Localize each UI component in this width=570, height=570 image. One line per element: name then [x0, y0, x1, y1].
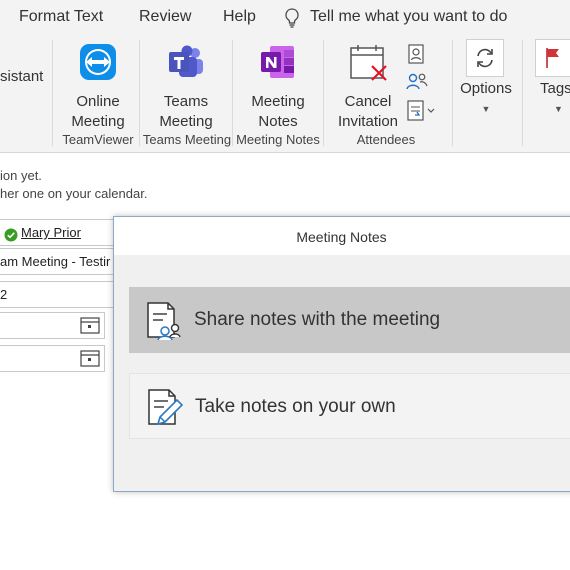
check-names-icon[interactable] — [406, 72, 428, 97]
cancel-invitation-button[interactable]: Cancel Invitation — [330, 36, 406, 132]
ribbon-separator — [452, 40, 453, 146]
dialog-title: Meeting Notes — [114, 217, 570, 255]
group-label-teamviewer: TeamViewer — [62, 132, 134, 147]
options-button[interactable]: Options ▼ — [456, 79, 516, 119]
teams-icon — [145, 42, 227, 88]
menu-bar: Format Text Review Help Tell me what you… — [0, 0, 570, 36]
group-label-attendees: Attendees — [356, 132, 416, 147]
ribbon-separator — [139, 40, 140, 146]
group-label-meeting-notes: Meeting Notes — [236, 132, 320, 147]
calendar-icon[interactable] — [80, 349, 100, 371]
teams-meeting-button[interactable]: Teams Meeting — [145, 36, 227, 132]
share-notes-option[interactable]: Share notes with the meeting — [129, 287, 570, 353]
menu-format-text[interactable]: Format Text — [19, 8, 103, 26]
scheduling-assistant-button[interactable]: sistant — [0, 68, 43, 85]
subject-field[interactable]: am Meeting - Testir — [0, 248, 115, 275]
calendar-cancel-icon — [330, 42, 406, 88]
accepted-check-icon — [4, 225, 18, 245]
menu-review[interactable]: Review — [139, 8, 191, 26]
edit-notes-icon — [146, 388, 184, 434]
onenote-icon — [238, 42, 318, 88]
info-text-line1: ion yet. — [0, 168, 42, 183]
start-date-field[interactable] — [0, 312, 105, 339]
ribbon-separator — [522, 40, 523, 146]
attendee-name[interactable]: Mary Prior — [21, 220, 81, 245]
ribbon-separator — [323, 40, 324, 146]
share-notes-label: Share notes with the meeting — [194, 309, 441, 330]
ribbon-separator — [52, 40, 53, 146]
location-field[interactable]: 2 — [0, 281, 115, 308]
calendar-icon[interactable] — [80, 316, 100, 338]
refresh-icon[interactable] — [466, 39, 504, 77]
tags-button[interactable]: Tags ▼ — [532, 79, 570, 119]
info-text-line2: her one on your calendar. — [0, 186, 148, 201]
group-label-teams-meeting: Teams Meeting — [142, 132, 232, 147]
shared-notes-icon — [145, 301, 183, 347]
address-book-icon[interactable] — [407, 44, 425, 69]
meeting-notes-dialog: Meeting Notes Share notes with the meeti… — [113, 216, 570, 492]
end-date-field[interactable] — [0, 345, 105, 372]
required-attendees-field[interactable]: Mary Prior — [0, 219, 115, 246]
meeting-notes-button[interactable]: Meeting Notes — [238, 36, 318, 132]
menu-help[interactable]: Help — [223, 8, 256, 26]
response-options-icon[interactable] — [407, 100, 437, 127]
ribbon-separator — [232, 40, 233, 146]
chevron-down-icon: ▼ — [554, 104, 563, 114]
ribbon: sistant Online Meeting TeamViewer Teams … — [0, 36, 570, 153]
lightbulb-icon — [284, 8, 300, 33]
online-meeting-button[interactable]: Online Meeting — [60, 36, 136, 132]
take-notes-label: Take notes on your own — [195, 396, 396, 417]
take-notes-option[interactable]: Take notes on your own — [129, 373, 570, 439]
teamviewer-icon — [60, 42, 136, 88]
flag-icon[interactable] — [535, 39, 570, 77]
tell-me-search[interactable]: Tell me what you want to do — [310, 8, 507, 26]
chevron-down-icon: ▼ — [481, 104, 491, 114]
